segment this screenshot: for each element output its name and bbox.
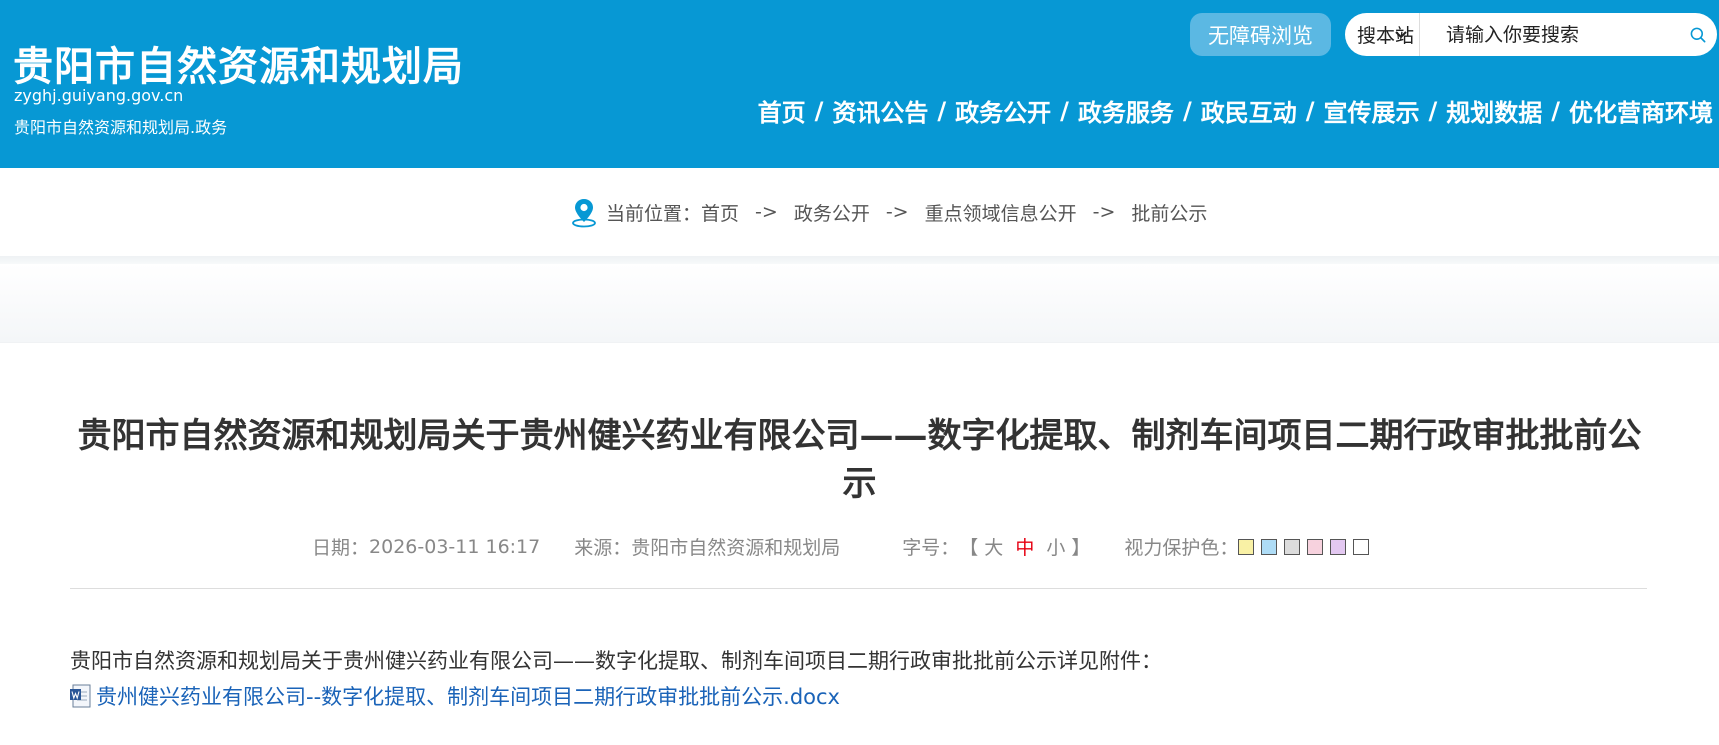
eye-care-swatch[interactable] xyxy=(1330,539,1347,555)
date-value: 2026-03-11 16:17 xyxy=(369,535,541,558)
article-body: 贵阳市自然资源和规划局关于贵州健兴药业有限公司——数字化提取、制剂车间项目二期行… xyxy=(70,649,1162,673)
nav-separator: / xyxy=(1305,96,1315,125)
source-label: 来源： xyxy=(574,537,632,559)
nav-separator: / xyxy=(1182,96,1192,125)
breadcrumb-divider xyxy=(0,256,1719,264)
eye-care-label: 视力保护色： xyxy=(1124,537,1239,559)
search-box: 搜本站 xyxy=(1345,13,1717,56)
main-nav: 首页 / 资讯公告 / 政务公开 / 政务服务 / 政民互动 / 宣传展示 / … xyxy=(758,93,1713,128)
site-subtitle: 贵阳市自然资源和规划局.政务 xyxy=(14,118,228,137)
breadcrumb-arrow: -> xyxy=(755,201,778,223)
breadcrumb-arrow: -> xyxy=(885,201,909,223)
breadcrumb-arrow: -> xyxy=(1092,201,1116,223)
nav-home[interactable]: 首页 xyxy=(758,93,806,128)
nav-publicity[interactable]: 宣传展示 xyxy=(1323,93,1419,128)
nav-gov-affairs[interactable]: 政务公开 xyxy=(955,93,1051,128)
attachment-link[interactable]: 贵州健兴药业有限公司--数字化提取、制剂车间项目二期行政审批批前公示.docx xyxy=(96,681,840,711)
nav-separator: / xyxy=(1060,96,1069,125)
breadcrumb: 当前位置： 首页 -> 政务公开 -> 重点领域信息公开 -> 批前公示 xyxy=(570,196,1207,228)
font-size-large[interactable]: 大 xyxy=(984,533,1003,560)
eye-care-swatch[interactable] xyxy=(1284,539,1301,555)
source-value: 贵阳市自然资源和规划局 xyxy=(631,537,841,559)
accessibility-button[interactable]: 无障碍浏览 xyxy=(1190,13,1331,56)
nav-interaction[interactable]: 政民互动 xyxy=(1201,93,1297,128)
breadcrumb-prefix: 当前位置： xyxy=(606,202,702,225)
font-size-medium[interactable]: 中 xyxy=(1015,533,1034,560)
nav-services[interactable]: 政务服务 xyxy=(1078,93,1174,128)
font-size-small[interactable]: 小 xyxy=(1046,533,1065,560)
font-size-bracket-open: 【 xyxy=(959,537,979,559)
eye-care-swatch[interactable] xyxy=(1307,539,1324,555)
site-domain: zyghj.guiyang.gov.cn xyxy=(14,86,184,105)
eye-care-swatch[interactable] xyxy=(1261,539,1278,555)
eye-care-swatch[interactable] xyxy=(1353,539,1370,555)
nav-separator: / xyxy=(814,96,824,125)
article-title: 贵阳市自然资源和规划局关于贵州健兴药业有限公司——数字化提取、制剂车间项目二期行… xyxy=(77,416,1642,504)
nav-separator: / xyxy=(937,96,947,125)
breadcrumb-gov-affairs[interactable]: 政务公开 xyxy=(794,199,870,226)
font-size-label: 字号： xyxy=(902,537,960,559)
article-meta: 日期： 2026-03-11 16:17 来源： 贵阳市自然资源和规划局 字号：… xyxy=(312,533,1376,560)
nav-planning-data[interactable]: 规划数据 xyxy=(1446,93,1542,128)
attachment: 贵州健兴药业有限公司--数字化提取、制剂车间项目二期行政审批批前公示.docx xyxy=(70,681,840,711)
breadcrumb-home[interactable]: 首页 xyxy=(701,199,739,226)
search-icon[interactable] xyxy=(1689,20,1707,50)
chevron-down-icon xyxy=(1395,31,1407,39)
search-input[interactable] xyxy=(1419,13,1689,56)
eye-care-swatches xyxy=(1238,536,1376,558)
date-label: 日期： xyxy=(312,537,370,559)
nav-separator: / xyxy=(1428,96,1438,125)
nav-business-env[interactable]: 优化营商环境 xyxy=(1569,93,1713,128)
eye-care-swatch[interactable] xyxy=(1238,539,1255,555)
word-doc-icon xyxy=(70,684,91,708)
section-gap xyxy=(0,264,1719,342)
breadcrumb-key-areas[interactable]: 重点领域信息公开 xyxy=(925,199,1077,226)
location-pin-icon xyxy=(572,199,596,228)
site-title[interactable]: 贵阳市自然资源和规划局 xyxy=(13,34,464,92)
search-scope-select[interactable]: 搜本站 xyxy=(1345,13,1420,56)
font-size-bracket-close: 】 xyxy=(1071,537,1091,559)
breadcrumb-pre-approval[interactable]: 批前公示 xyxy=(1131,199,1207,226)
nav-separator: / xyxy=(1551,96,1560,125)
site-header: 贵阳市自然资源和规划局 zyghj.guiyang.gov.cn 贵阳市自然资源… xyxy=(0,0,1719,168)
meta-divider xyxy=(70,588,1647,589)
nav-news[interactable]: 资讯公告 xyxy=(832,93,928,128)
